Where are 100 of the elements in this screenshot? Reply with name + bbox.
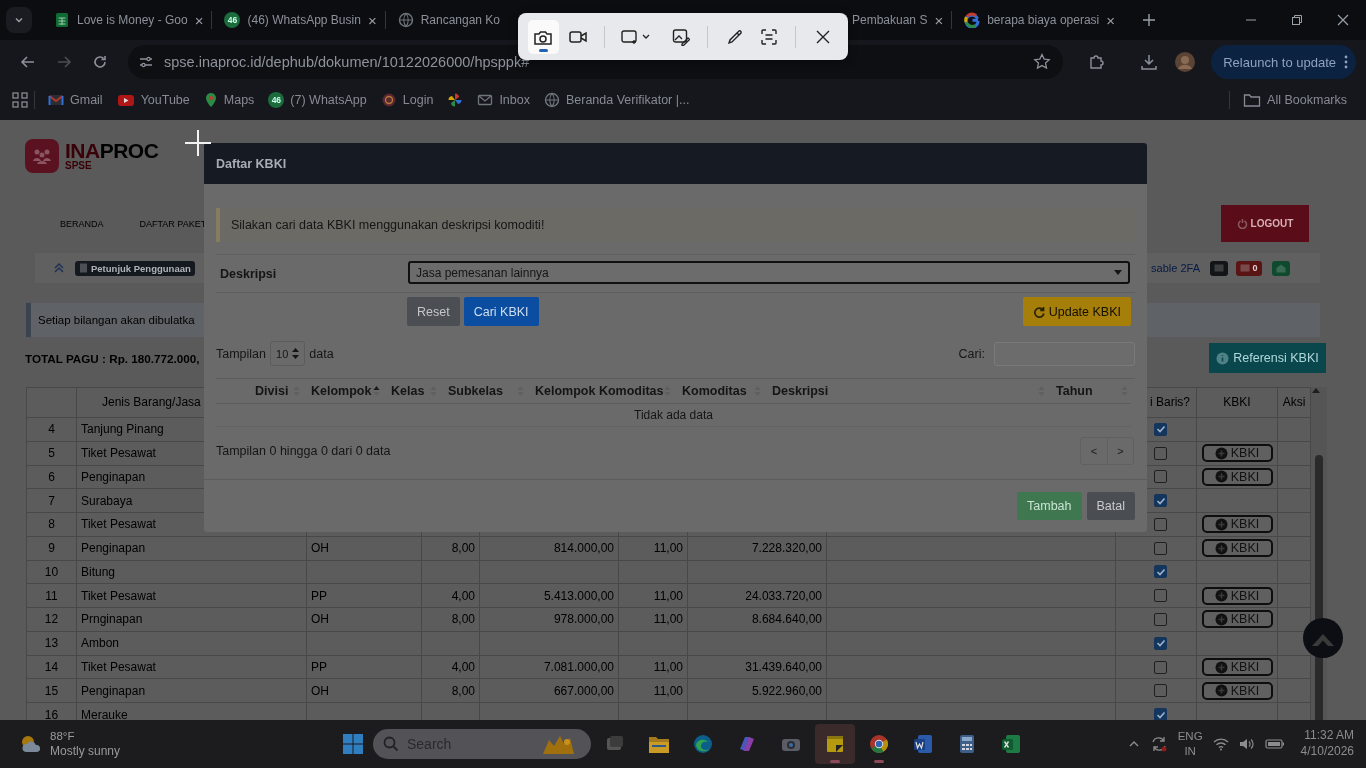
chat-count-badge: 46 xyxy=(268,92,285,108)
add-kbki-button[interactable]: KBKI xyxy=(1201,658,1273,676)
bookmark[interactable]: Login xyxy=(373,86,441,114)
row-number: 12 xyxy=(26,607,77,632)
table-cell: Penginapan xyxy=(76,536,307,561)
add-kbki-button[interactable]: KBKI xyxy=(1201,539,1273,558)
bookmark[interactable]: Beranda Verifikator |... xyxy=(536,86,697,114)
apps-grid-icon[interactable] xyxy=(12,92,28,108)
close-icon[interactable]: × xyxy=(367,11,377,29)
avatar-icon xyxy=(1174,51,1197,73)
column-header[interactable]: Tahun xyxy=(1048,379,1131,404)
logout-button[interactable]: LOGOUT xyxy=(1221,205,1309,242)
table-cell: 978.000,00 xyxy=(479,607,619,632)
add-kbki-button[interactable]: KBKI xyxy=(1201,610,1273,629)
language-indicator[interactable]: ENG IN xyxy=(1177,729,1203,759)
column-header[interactable]: Kelas xyxy=(383,379,440,404)
table-cell: 5.922.960,00 xyxy=(687,678,827,703)
close-icon[interactable]: × xyxy=(1106,11,1115,29)
add-button[interactable]: Tambah xyxy=(1017,492,1082,520)
page-length-select[interactable]: 10 xyxy=(270,341,306,366)
checkbox[interactable] xyxy=(1154,517,1167,531)
row-number: 5 xyxy=(26,441,77,465)
checkbox[interactable] xyxy=(1154,612,1167,626)
close-icon[interactable]: × xyxy=(194,11,204,29)
nav-link[interactable]: DAFTAR PAKET xyxy=(139,218,207,229)
nav-link[interactable]: BERANDA xyxy=(60,218,104,229)
table-cell: 667.000,00 xyxy=(479,678,619,703)
checkbox[interactable] xyxy=(1154,470,1167,484)
snip-mode-button[interactable] xyxy=(528,19,559,54)
add-kbki-button[interactable]: KBKI xyxy=(1201,681,1273,700)
relaunch-button[interactable]: Relaunch to update xyxy=(1211,45,1356,79)
battery-icon[interactable] xyxy=(1264,738,1285,750)
close-icon[interactable]: × xyxy=(934,11,944,29)
browser-tab[interactable]: 46 (46) WhatsApp Busin × xyxy=(212,0,385,40)
disable-2fa-link[interactable]: sable 2FA xyxy=(1151,262,1200,274)
column-header[interactable]: Divisi xyxy=(247,379,303,404)
checkbox[interactable] xyxy=(1154,446,1167,460)
restore-icon xyxy=(1292,15,1302,25)
spreadsheet-icon xyxy=(54,12,70,28)
add-kbki-button[interactable]: KBKI xyxy=(1201,515,1273,534)
caret-icon xyxy=(1114,269,1122,276)
clock[interactable]: 11:32 AM 4/10/2026 xyxy=(1300,728,1354,760)
add-kbki-button[interactable]: KBKI xyxy=(1201,467,1273,486)
checkbox[interactable] xyxy=(1154,422,1167,436)
bookmark[interactable]: Inbox xyxy=(470,86,537,114)
checkbox[interactable] xyxy=(1154,684,1167,698)
table-cell: OH xyxy=(306,678,422,703)
column-header[interactable]: Subkelas xyxy=(440,379,527,404)
search-icon xyxy=(383,736,399,752)
all-bookmarks-button[interactable]: All Bookmarks xyxy=(1236,86,1354,114)
reset-button[interactable]: Reset xyxy=(407,297,460,326)
star-icon[interactable] xyxy=(1033,53,1052,71)
browser-tab[interactable]: berapa biaya operasi × xyxy=(952,0,1123,40)
table-cell: 8,00 xyxy=(421,607,480,632)
spreadsheet-x-tile-icon xyxy=(1000,733,1022,755)
row-number: 4 xyxy=(26,417,77,442)
column-header[interactable]: Kelompok Komoditas xyxy=(527,379,674,404)
reference-button[interactable]: Referensi KBKI xyxy=(1209,343,1326,373)
folder-icon xyxy=(1243,92,1262,108)
inbox-count-button[interactable]: 0 xyxy=(1236,260,1262,276)
plus-circle-icon xyxy=(1214,660,1228,674)
column-header[interactable]: Komoditas xyxy=(674,379,764,404)
video-play-icon xyxy=(116,93,135,107)
description-select[interactable]: Jasa pemesanan lainnya xyxy=(408,261,1130,284)
search-button[interactable]: Cari KBKI xyxy=(463,297,539,326)
browser-tab[interactable]: Love is Money - Goo × xyxy=(42,0,212,40)
message-button[interactable] xyxy=(1210,260,1228,276)
column-header[interactable]: Kelompok xyxy=(303,379,383,404)
pagination-button[interactable]: < xyxy=(1081,438,1107,464)
sort-icon[interactable] xyxy=(373,385,380,397)
checkbox[interactable] xyxy=(1154,589,1167,603)
table-cell: 24.033.720,00 xyxy=(687,583,827,608)
bookmark[interactable]: YouTube xyxy=(109,86,197,114)
table-cell: 7.228.320,00 xyxy=(687,536,827,561)
chevrons-up-icon[interactable] xyxy=(53,262,65,274)
browser-tab[interactable]: Pembakuan S × xyxy=(848,0,952,40)
pagination-button[interactable]: > xyxy=(1107,438,1133,464)
table-cell: Ambon xyxy=(76,631,307,656)
taskbar-app[interactable] xyxy=(815,724,855,764)
checkbox[interactable] xyxy=(1154,660,1167,674)
back-arrow-icon xyxy=(20,54,36,70)
update-button[interactable]: Update KBKI xyxy=(1022,297,1131,326)
cancel-button[interactable]: Batal xyxy=(1086,492,1135,520)
scroll-to-top-button[interactable] xyxy=(1303,618,1343,658)
checkbox[interactable] xyxy=(1154,541,1167,555)
bookmark[interactable]: Maps xyxy=(196,86,262,114)
add-kbki-button[interactable]: KBKI xyxy=(1201,586,1273,605)
bookmark[interactable]: Gmail xyxy=(41,86,110,114)
checkbox[interactable] xyxy=(1154,494,1167,508)
checkbox[interactable] xyxy=(1154,565,1167,579)
add-kbki-button[interactable]: KBKI xyxy=(1201,444,1273,463)
guide-button[interactable]: Petunjuk Penggunaan xyxy=(75,260,195,276)
speaker-icon[interactable] xyxy=(1238,737,1255,751)
text-scan-icon xyxy=(760,27,779,46)
wifi-icon[interactable] xyxy=(1212,737,1229,751)
checkbox[interactable] xyxy=(1154,636,1167,650)
browser-tab[interactable]: Rancangan Ko xyxy=(385,0,509,40)
checkbox[interactable] xyxy=(1154,708,1167,720)
column-header[interactable]: Deskripsi xyxy=(764,379,1048,404)
bookmark[interactable]: 46 (7) WhatsApp xyxy=(261,86,374,114)
